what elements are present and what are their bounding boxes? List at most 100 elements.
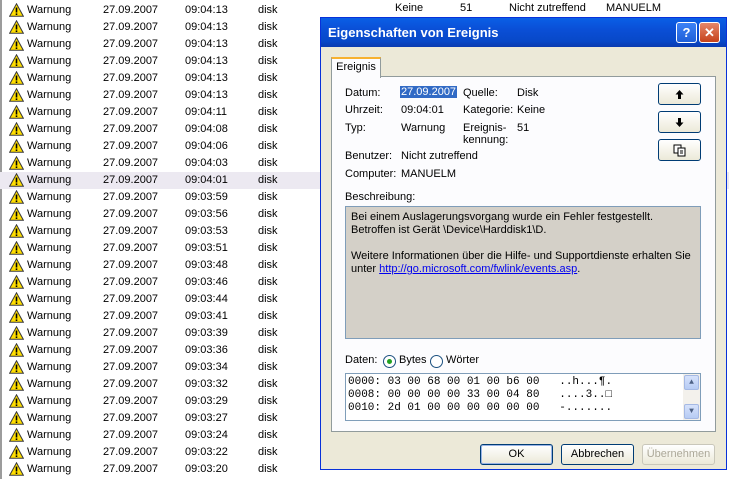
cell-time: 09:04:13 xyxy=(185,21,228,33)
support-link[interactable]: http://go.microsoft.com/fwlink/events.as… xyxy=(379,263,577,275)
cell-time: 09:03:24 xyxy=(185,429,228,441)
time-value: 09:04:01 xyxy=(401,104,444,116)
warning-triangle-icon xyxy=(9,394,24,408)
cell-source: disk xyxy=(258,4,278,16)
hex-line: 0000: 03 00 68 00 01 00 b6 00 ..h...¶. xyxy=(348,376,613,388)
cell-time: 09:03:27 xyxy=(185,412,228,424)
warning-triangle-icon xyxy=(9,156,24,170)
scroll-down-icon[interactable]: ▼ xyxy=(684,404,699,419)
cell-date: 27.09.2007 xyxy=(103,72,159,84)
cell-date: 27.09.2007 xyxy=(103,140,159,152)
warning-triangle-icon xyxy=(9,88,24,102)
cell-time: 09:03:46 xyxy=(185,276,228,288)
cell-time: 09:03:36 xyxy=(185,344,228,356)
tab-strip: Ereignis xyxy=(331,57,712,79)
next-event-button[interactable] xyxy=(658,111,701,133)
cell-source: disk xyxy=(258,89,278,101)
help-button[interactable]: ? xyxy=(676,22,697,43)
cell-time: 09:04:13 xyxy=(185,89,228,101)
words-radio-label[interactable]: Wörter xyxy=(446,354,479,366)
warning-triangle-icon xyxy=(9,224,24,238)
cell-type: Warnung xyxy=(27,208,72,220)
cell-date: 27.09.2007 xyxy=(103,259,159,271)
copy-icon xyxy=(673,144,685,157)
previous-event-button[interactable] xyxy=(658,83,701,105)
cell-source: disk xyxy=(258,38,278,50)
dialog-titlebar[interactable]: Eigenschaften von Ereignis ? ✕ xyxy=(321,18,726,47)
cell-date: 27.09.2007 xyxy=(103,21,159,33)
cell-type: Warnung xyxy=(27,395,72,407)
cell-type: Warnung xyxy=(27,429,72,441)
cell-date: 27.09.2007 xyxy=(103,310,159,322)
arrow-up-icon xyxy=(675,90,684,99)
cell-time: 09:04:13 xyxy=(185,72,228,84)
warning-triangle-icon xyxy=(9,122,24,136)
cell-time: 09:03:48 xyxy=(185,259,228,271)
hex-data-box[interactable]: 0000: 03 00 68 00 01 00 b6 00 ..h...¶. 0… xyxy=(345,373,701,421)
warning-triangle-icon xyxy=(9,292,24,306)
warning-triangle-icon xyxy=(9,377,24,391)
description-text-box[interactable]: Bei einem Auslagerungsvorgang wurde ein … xyxy=(345,206,701,339)
cell-time: 09:04:03 xyxy=(185,157,228,169)
cell-date: 27.09.2007 xyxy=(103,191,159,203)
date-value[interactable]: 27.09.2007 xyxy=(400,86,458,98)
tab-ereignis[interactable]: Ereignis xyxy=(331,57,381,78)
warning-triangle-icon xyxy=(9,71,24,85)
cell-source: disk xyxy=(258,446,278,458)
warning-triangle-icon xyxy=(9,428,24,442)
hex-line: 0010: 2d 01 00 00 00 00 00 00 -....... xyxy=(348,402,613,414)
ok-button[interactable]: OK xyxy=(480,444,553,465)
cell-time: 09:04:13 xyxy=(185,38,228,50)
cell-type: Warnung xyxy=(27,242,72,254)
source-value: Disk xyxy=(517,87,539,99)
cell-date: 27.09.2007 xyxy=(103,276,159,288)
cell-source: disk xyxy=(258,140,278,152)
eventid-label-line1: Ereignis- xyxy=(463,122,507,134)
hex-line: 0008: 00 00 00 00 33 00 04 80 ....3..□ xyxy=(348,389,613,401)
bytes-radio-label[interactable]: Bytes xyxy=(399,354,427,366)
cell-time: 09:04:01 xyxy=(185,174,228,186)
event-properties-dialog: Eigenschaften von Ereignis ? ✕ Datum: 27… xyxy=(320,17,727,470)
cell-date: 27.09.2007 xyxy=(103,242,159,254)
cell-date: 27.09.2007 xyxy=(103,395,159,407)
category-label: Kategorie: xyxy=(463,104,514,116)
warning-triangle-icon xyxy=(9,173,24,187)
cell-source: disk xyxy=(258,327,278,339)
cell-type: Warnung xyxy=(27,446,72,458)
user-label: Benutzer: xyxy=(345,150,393,162)
copy-event-button[interactable] xyxy=(658,139,701,161)
cell-date: 27.09.2007 xyxy=(103,208,159,220)
cell-type: Warnung xyxy=(27,106,72,118)
close-button[interactable]: ✕ xyxy=(699,22,720,43)
cell-type: Warnung xyxy=(27,293,72,305)
warning-triangle-icon xyxy=(9,445,24,459)
time-label: Uhrzeit: xyxy=(345,104,383,116)
apply-button[interactable]: Übernehmen xyxy=(642,444,715,465)
cell-source: disk xyxy=(258,429,278,441)
warning-triangle-icon xyxy=(9,20,24,34)
cell-date: 27.09.2007 xyxy=(103,4,159,16)
cell-type: Warnung xyxy=(27,378,72,390)
cell-source: disk xyxy=(258,395,278,407)
cell-type: Warnung xyxy=(27,140,72,152)
warning-triangle-icon xyxy=(9,309,24,323)
cell-time: 09:04:08 xyxy=(185,123,228,135)
cancel-button[interactable]: Abbrechen xyxy=(561,444,634,465)
bytes-radio[interactable] xyxy=(383,355,396,368)
cell-time: 09:03:41 xyxy=(185,310,228,322)
cell-type: Warnung xyxy=(27,225,72,237)
hex-scrollbar[interactable]: ▲ ▼ xyxy=(683,374,700,420)
description-line-1: Bei einem Auslagerungsvorgang wurde ein … xyxy=(351,211,654,236)
cell-type: Warnung xyxy=(27,55,72,67)
computer-label: Computer: xyxy=(345,168,397,180)
warning-triangle-icon xyxy=(9,411,24,425)
cell-source: disk xyxy=(258,276,278,288)
cell-type: Warnung xyxy=(27,276,72,288)
warning-triangle-icon xyxy=(9,54,24,68)
cell-time: 09:04:13 xyxy=(185,4,228,16)
words-radio[interactable] xyxy=(430,355,443,368)
scroll-up-icon[interactable]: ▲ xyxy=(684,375,699,390)
warning-triangle-icon xyxy=(9,326,24,340)
cell-time: 09:03:32 xyxy=(185,378,228,390)
date-label: Datum: xyxy=(345,87,381,99)
